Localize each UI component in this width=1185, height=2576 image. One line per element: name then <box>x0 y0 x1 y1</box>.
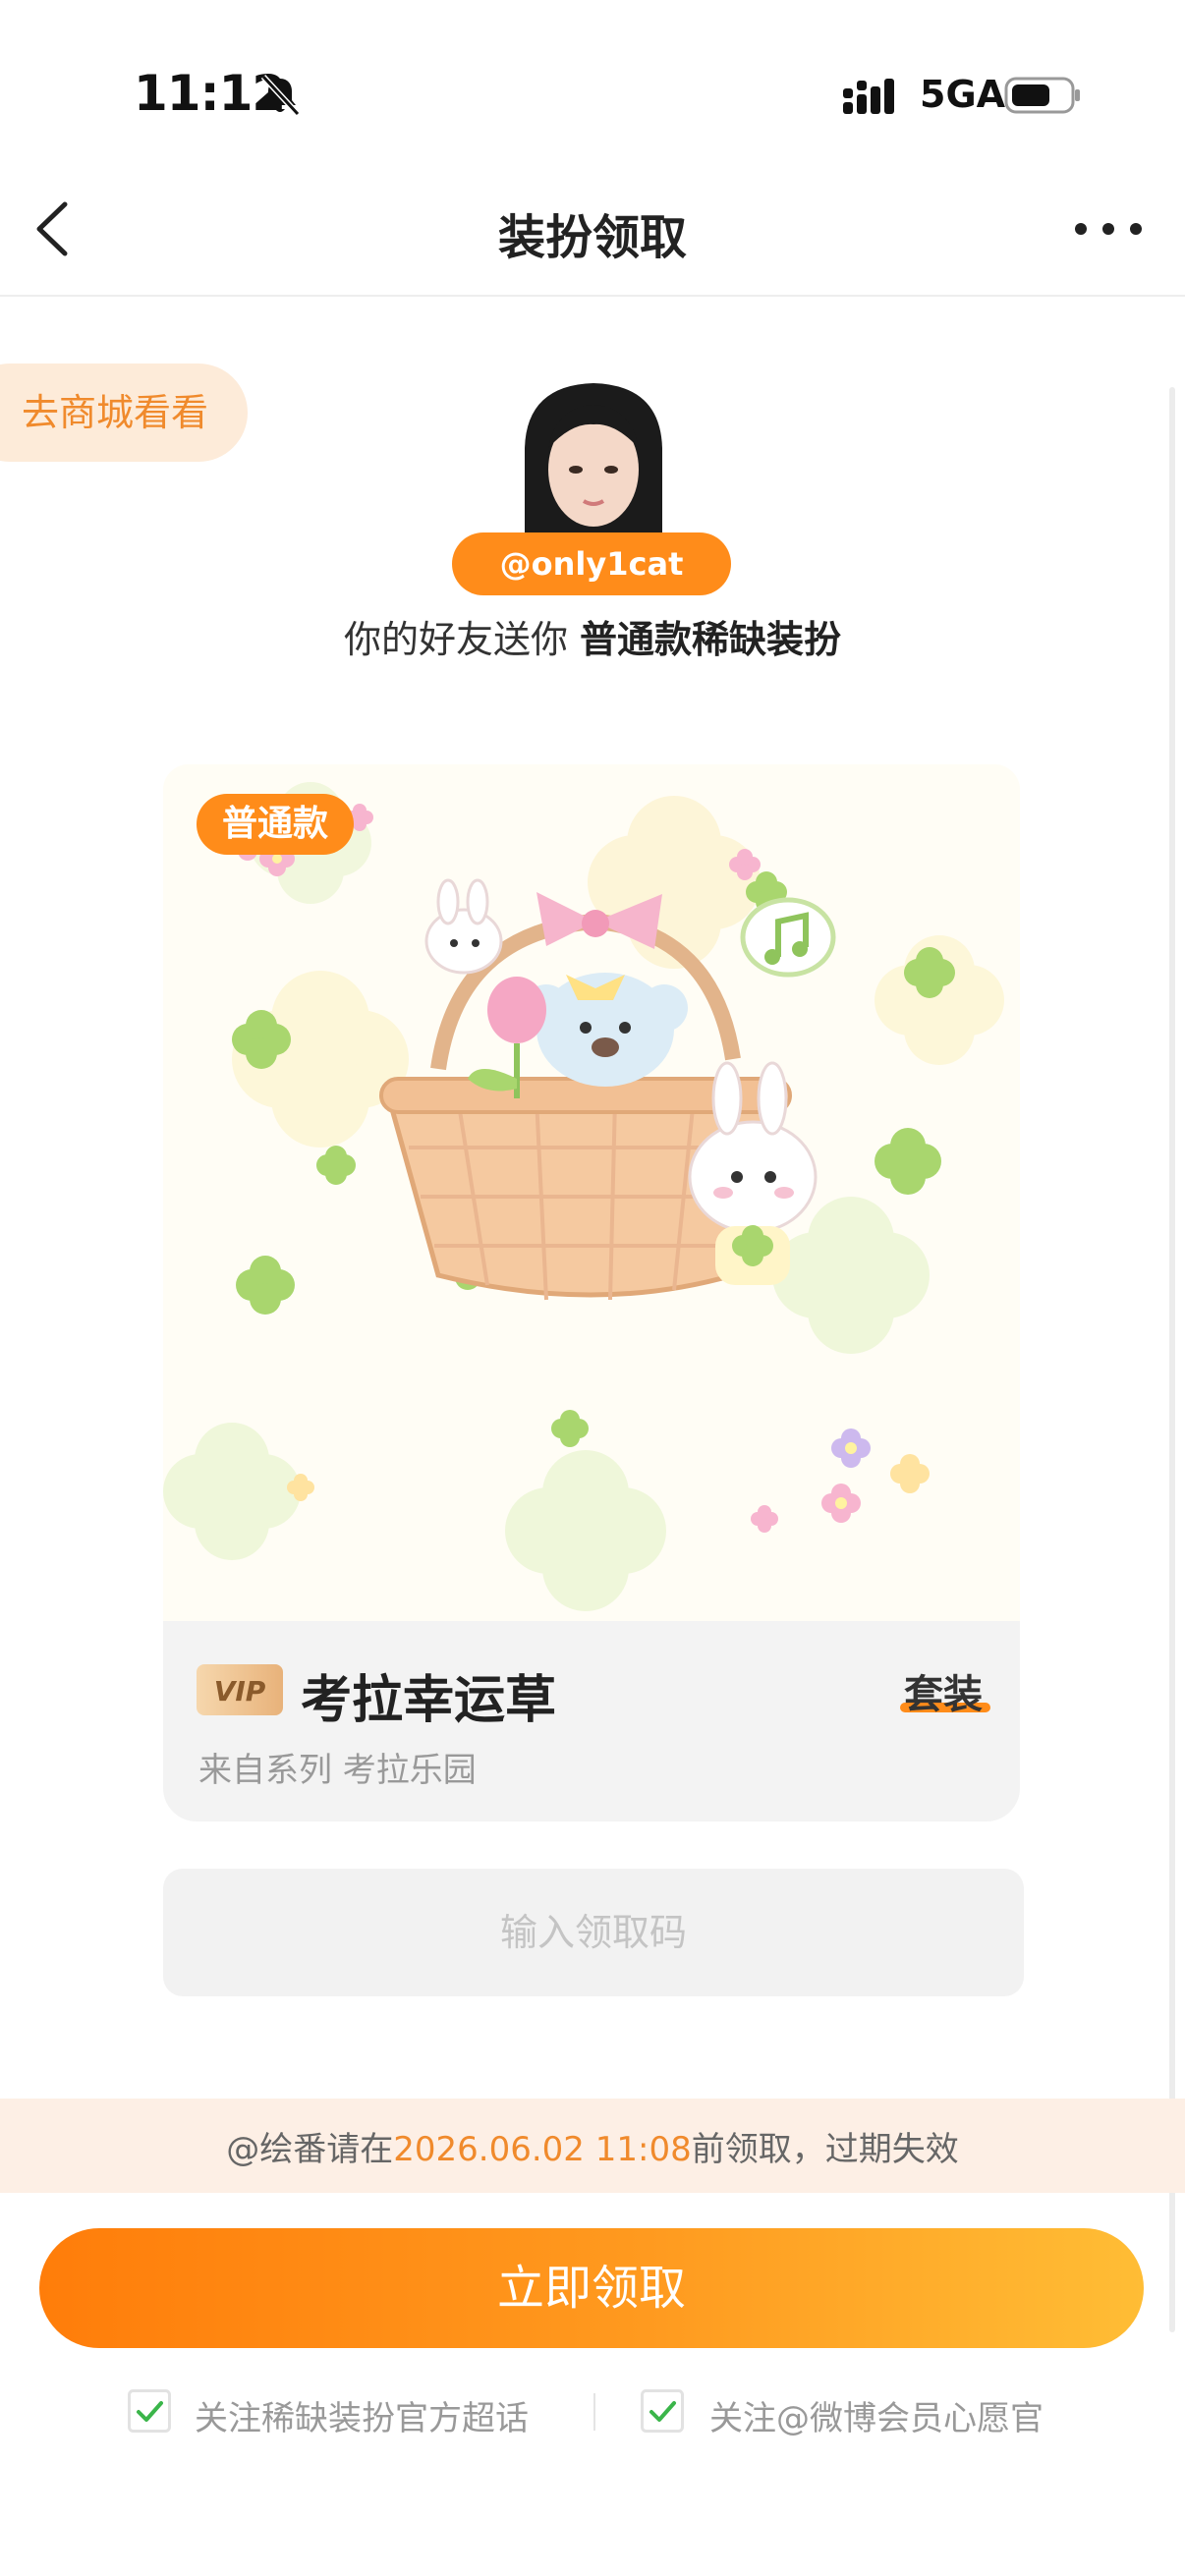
vip-label: VIP <box>214 1675 266 1708</box>
follow-supertopic-checkbox[interactable] <box>128 2389 171 2433</box>
battery-icon <box>1004 77 1080 114</box>
series-label: 来自系列 考拉乐园 <box>198 1751 477 1790</box>
follow-supertopic-label[interactable]: 关注稀缺装扮官方超话 <box>195 2391 529 2439</box>
claim-now-button[interactable]: 立即领取 <box>39 2228 1144 2348</box>
koala-clover-illustration <box>163 764 1020 1621</box>
follow-account-checkbox[interactable] <box>641 2389 684 2433</box>
tier-badge: 普通款 <box>197 794 354 855</box>
expiry-notice: @绘番请在2026.06.02 11:08前领取，过期失效 <box>0 2122 1185 2170</box>
sender-handle-badge[interactable]: @only1cat <box>452 532 731 595</box>
gift-message-prefix: 你的好友送你 <box>343 618 581 661</box>
page-title: 装扮领取 <box>497 210 687 265</box>
decoration-name: 考拉幸运草 <box>301 1671 557 1730</box>
follow-account-label[interactable]: 关注@微博会员心愿官 <box>709 2391 1044 2439</box>
expiry-deadline: 2026.06.02 11:08 <box>393 2130 692 2169</box>
decoration-preview-image <box>163 764 1020 1621</box>
gift-message: 你的好友送你 普通款稀缺装扮 <box>0 609 1185 663</box>
store-link-label: 去商城看看 <box>22 391 209 434</box>
scrollbar[interactable] <box>1169 387 1175 2332</box>
signal-icon <box>843 79 894 114</box>
expiry-suffix: 前领取，过期失效 <box>691 2130 959 2169</box>
network-label: 5GA <box>920 73 1006 116</box>
decoration-info-panel <box>163 1621 1020 1821</box>
vip-icon: VIP <box>197 1664 283 1715</box>
gift-message-item: 普通款稀缺装扮 <box>580 618 842 661</box>
suit-type-label[interactable]: 套装 <box>904 1662 983 1719</box>
nav-divider <box>0 295 1185 297</box>
redeem-code-input[interactable] <box>163 1869 1024 1996</box>
bell-muted-icon <box>260 74 301 117</box>
store-link-button[interactable]: 去商城看看 <box>0 364 248 462</box>
expiry-prefix: @绘番请在 <box>226 2130 394 2169</box>
follow-divider <box>593 2393 595 2431</box>
more-icon[interactable] <box>1071 206 1146 252</box>
